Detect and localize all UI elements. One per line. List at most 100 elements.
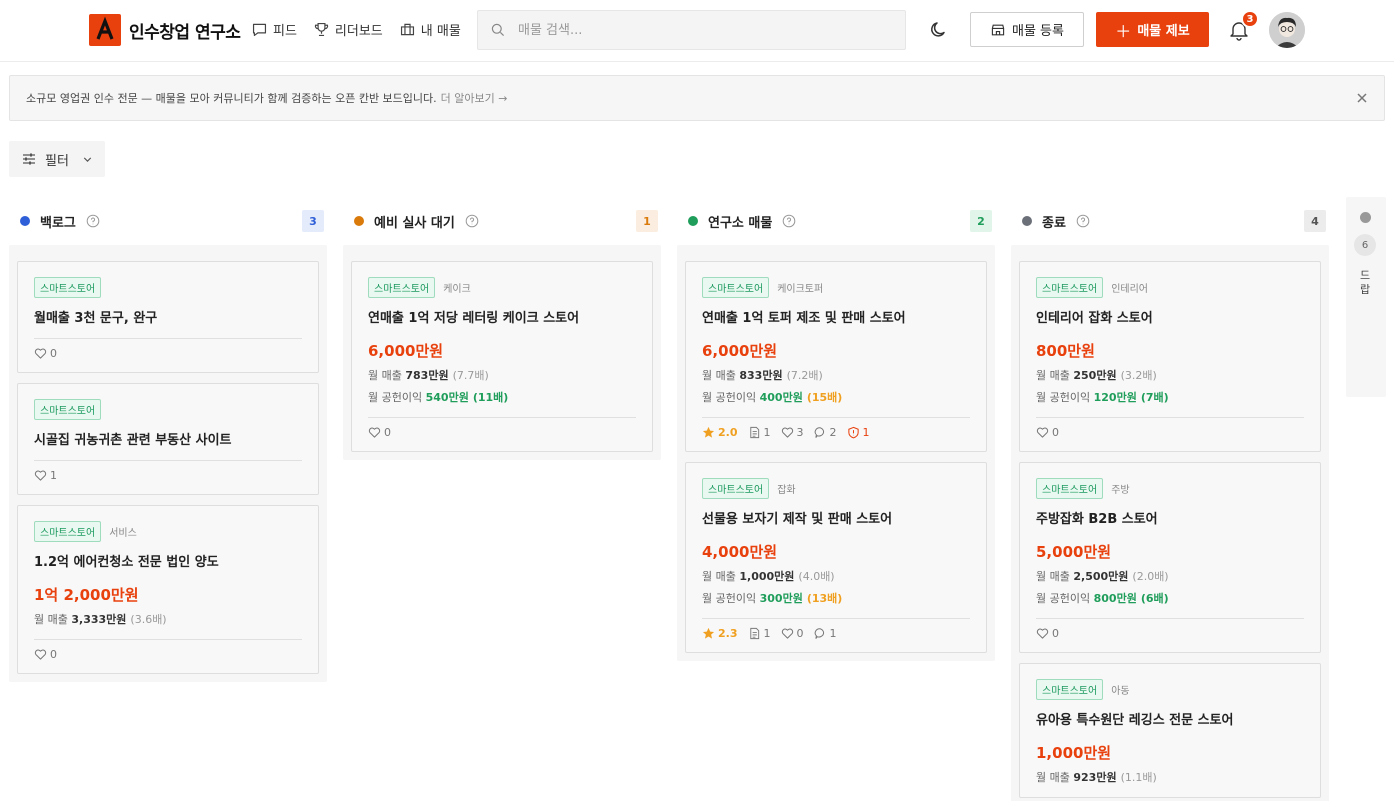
card-divider: [368, 417, 636, 418]
monthly-revenue: 월 매출 3,333만원 (3.6배): [34, 611, 302, 627]
profit-value: 120만원: [1093, 391, 1137, 404]
card-title: 월매출 3천 문구, 완구: [34, 311, 158, 326]
docs-stat: 1: [748, 426, 771, 439]
likes-stat[interactable]: 0: [368, 426, 391, 439]
search-icon: [491, 23, 505, 37]
report-listing-button[interactable]: ＋ 매물 제보: [1096, 12, 1209, 47]
avatar[interactable]: [1269, 12, 1305, 48]
profit-label: 월 공헌이익: [1036, 391, 1091, 404]
store-icon: [991, 24, 1005, 35]
nav-my-listings[interactable]: 내 매물: [399, 20, 461, 39]
revenue-multiple: (7.2배): [786, 369, 823, 382]
help-icon[interactable]: [782, 214, 796, 228]
column-header[interactable]: 백로그 3: [9, 197, 327, 245]
revenue-label: 월 매출: [368, 369, 402, 382]
learn-more-link[interactable]: 더 알아보기 →: [441, 90, 508, 106]
rating-stat: 2.0: [702, 426, 738, 439]
card-divider: [34, 338, 302, 339]
profit-label: 월 공헌이익: [368, 391, 423, 404]
monthly-revenue: 월 매출 1,000만원 (4.0배): [702, 568, 970, 584]
rating-value: 2.0: [718, 426, 738, 439]
moon-icon[interactable]: [929, 20, 949, 40]
card-tags: 스마트스토어 케이크: [368, 276, 636, 298]
info-banner: 소규모 영업권 인수 전문 — 매물을 모아 커뮤니티가 함께 검증하는 오픈 …: [9, 75, 1385, 121]
card-divider: [1036, 618, 1304, 619]
nav-label: 내 매물: [420, 24, 461, 39]
help-icon[interactable]: [86, 214, 100, 228]
collapsed-column-drop[interactable]: 6 드랍: [1346, 197, 1386, 397]
column-header[interactable]: 종료 4: [1011, 197, 1329, 245]
nav-label: 리더보드: [334, 24, 383, 39]
revenue-multiple: (2.0배): [1132, 570, 1169, 583]
listing-card[interactable]: 스마트스토어 서비스 1.2억 에어컨청소 전문 법인 양도 1억 2,000만원 월 …: [17, 505, 319, 674]
card-tags: 스마트스토어: [34, 276, 302, 298]
filter-button[interactable]: 필터: [9, 141, 105, 177]
column-dot: [1022, 216, 1032, 226]
profit-label: 월 공헌이익: [702, 391, 757, 404]
likes-stat[interactable]: 1: [34, 469, 57, 482]
column-dot: [20, 216, 30, 226]
profit-label: 월 공헌이익: [1036, 592, 1091, 605]
heart-icon: [781, 627, 794, 640]
search-input[interactable]: [518, 22, 878, 38]
likes-count: 0: [384, 426, 391, 439]
card-stats: 0: [1036, 627, 1304, 640]
likes-stat[interactable]: 0: [34, 648, 57, 661]
help-icon[interactable]: [1076, 214, 1090, 228]
report-label: 매물 제보: [1137, 24, 1190, 39]
logo[interactable]: 인수창업 연구소: [89, 14, 241, 46]
heart-icon: [1036, 627, 1049, 640]
heart-icon: [1036, 426, 1049, 439]
listing-card[interactable]: 스마트스토어 케이크 연매출 1억 저당 레터링 케이크 스토어 6,000만원 월 매…: [351, 261, 653, 452]
likes-stat[interactable]: 0: [781, 627, 804, 640]
listing-card[interactable]: 스마트스토어월매출 3천 문구, 완구 0: [17, 261, 319, 373]
listing-card[interactable]: 스마트스토어 아동 유아용 특수원단 레깅스 전문 스토어 1,000만원 월 매출 9…: [1019, 663, 1321, 798]
card-stats: 2.0 1 3 2 1: [702, 426, 970, 439]
likes-count: 0: [796, 627, 804, 640]
likes-count: 0: [50, 347, 57, 360]
docs-count: 1: [763, 627, 771, 640]
listing-card[interactable]: 스마트스토어 주방 주방잡화 B2B 스토어 5,000만원 월 매출 2,500만원(…: [1019, 462, 1321, 653]
likes-stat[interactable]: 0: [1036, 426, 1059, 439]
subcategory-tag: 케이크토퍼: [777, 283, 824, 295]
shield-alert-icon: [847, 426, 860, 439]
card-title: 주방잡화 B2B 스토어: [1036, 512, 1158, 527]
monthly-profit: 월 공헌이익 300만원 (13배): [702, 590, 970, 606]
listing-card[interactable]: 스마트스토어 케이크토퍼 연매출 1억 토퍼 제조 및 판매 스토어 6,000만원 월…: [685, 261, 987, 452]
top-header: 인수창업 연구소 피드 리더보드 내 매물 매물 등록 ＋ 매물 제보 3: [0, 0, 1394, 62]
nav-feed[interactable]: 피드: [251, 20, 297, 39]
revenue-value: 923만원: [1073, 771, 1117, 784]
document-icon: [748, 627, 761, 640]
card-stats: 0: [1036, 426, 1304, 439]
likes-count: 1: [50, 469, 57, 482]
register-listing-button[interactable]: 매물 등록: [970, 12, 1084, 47]
likes-stat[interactable]: 3: [781, 426, 804, 439]
column-dot: [354, 216, 364, 226]
category-tag: 스마트스토어: [1036, 276, 1104, 298]
search-bar[interactable]: [477, 10, 906, 50]
listing-card[interactable]: 스마트스토어 시골집 귀농귀촌 관련 부동산 사이트 1: [17, 383, 319, 495]
comments-stat: 1: [814, 627, 837, 640]
nav-leaderboard[interactable]: 리더보드: [313, 20, 383, 39]
revenue-multiple: (7.7배): [452, 369, 489, 382]
profit-value: 300만원: [759, 592, 803, 605]
board-column: 연구소 매물 2 스마트스토어 케이크토퍼 연매출 1억 토퍼 제조 및 판매 스토어 6…: [677, 197, 995, 661]
monthly-revenue: 월 매출 783만원 (7.7배): [368, 367, 636, 383]
column-header[interactable]: 예비 실사 대기 1: [343, 197, 661, 245]
revenue-multiple: (3.2배): [1120, 369, 1157, 382]
listing-card[interactable]: 스마트스토어 잡화 선물용 보자기 제작 및 판매 스토어 4,000만원 월 매출 1…: [685, 462, 987, 653]
likes-stat[interactable]: 0: [34, 347, 57, 360]
subcategory-tag: 잡화: [777, 484, 796, 496]
likes-stat[interactable]: 0: [1036, 627, 1059, 640]
asking-price: 5,000만원: [1036, 543, 1112, 561]
board-column: 예비 실사 대기 1 스마트스토어 케이크 연매출 1억 저당 레터링 케이크 스토어 6…: [343, 197, 661, 460]
card-stats: 0: [34, 347, 302, 360]
column-body: 스마트스토어월매출 3천 문구, 완구 0 스마트스토어 시골집 귀농귀촌 관련 부동…: [9, 245, 327, 682]
likes-count: 0: [50, 648, 57, 661]
help-icon[interactable]: [465, 214, 479, 228]
listing-card[interactable]: 스마트스토어 인테리어 인테리어 잡화 스토어 800만원 월 매출 250만원 (3.2…: [1019, 261, 1321, 452]
column-header[interactable]: 연구소 매물 2: [677, 197, 995, 245]
notification-badge: 3: [1241, 10, 1259, 28]
column-count-badge: 4: [1304, 210, 1326, 232]
close-icon[interactable]: [1354, 90, 1370, 106]
